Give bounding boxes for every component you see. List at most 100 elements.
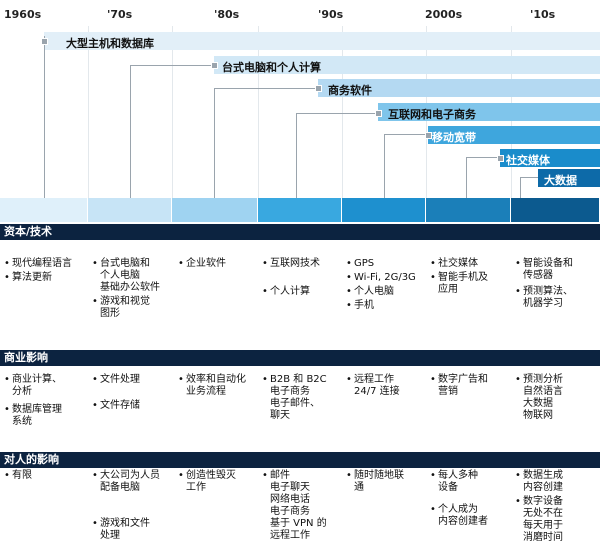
list-item: 数字广告和 营销 <box>430 374 510 398</box>
list-item: 大公司为人员 配备电脑 <box>92 470 176 494</box>
cell-biz-1960s: 商业计算、 分析 数据库管理 系统 <box>4 374 88 440</box>
cell-people-1960s: 有限 <box>4 470 88 494</box>
cell-people-90s: 邮件 电子聊天 网络电话 电子商务 基于 VPN 的 远程工作 <box>262 470 342 554</box>
era-label-mainframe: 大型主机和数据库 <box>66 37 154 50</box>
section-header-business: 商业影响 <box>0 350 600 366</box>
era-connector <box>384 134 428 135</box>
cell-people-80s: 创造性毁灭 工作 <box>178 470 258 506</box>
era-connector <box>520 177 521 198</box>
era-label-desktop: 台式电脑和个人计算 <box>222 61 321 74</box>
strip-segment <box>258 198 342 222</box>
list-item: Wi-Fi, 2G/3G <box>346 272 426 284</box>
list-item: 社交媒体 <box>430 258 510 270</box>
section-header-tech: 资本/技术 <box>0 224 600 240</box>
list-item: 商业计算、 分析 <box>4 374 88 398</box>
era-connector <box>296 113 378 114</box>
list-item: 远程工作 24/7 连接 <box>346 374 426 398</box>
decade-label: '70s <box>107 8 133 21</box>
era-connector <box>130 65 131 198</box>
strip-segment <box>88 198 172 222</box>
cell-biz-90s: B2B 和 B2C 电子商务 电子邮件、 聊天 <box>262 374 342 434</box>
era-marker <box>41 38 48 45</box>
cell-tech-90s: 互联网技术 个人计算 <box>262 258 342 310</box>
era-marker <box>375 110 382 117</box>
decade-label: '10s <box>530 8 556 21</box>
era-connector <box>520 177 538 178</box>
cell-biz-2000s: 远程工作 24/7 连接 <box>346 374 426 410</box>
decade-gridline <box>258 26 259 198</box>
list-item: 现代编程语言 <box>4 258 88 270</box>
decade-label: '90s <box>318 8 344 21</box>
cell-tech-70s: 台式电脑和 个人电脑 基础办公软件 游戏和视觉 图形 <box>92 258 174 332</box>
strip-segment <box>511 198 600 222</box>
strip-segment <box>342 198 426 222</box>
cell-people-70s: 大公司为人员 配备电脑 游戏和文件 处理 <box>92 470 176 554</box>
era-connector <box>130 65 214 66</box>
era-marker <box>497 155 504 162</box>
list-item: 随时随地联 通 <box>346 470 426 494</box>
era-label-business-software: 商务软件 <box>328 84 372 97</box>
list-item: B2B 和 B2C 电子商务 电子邮件、 聊天 <box>262 374 342 422</box>
strip-segment <box>0 198 88 222</box>
era-connector <box>214 88 215 198</box>
list-item: 邮件 电子聊天 网络电话 电子商务 基于 VPN 的 远程工作 <box>262 470 342 542</box>
list-item: 有限 <box>4 470 88 482</box>
strip-segment <box>426 198 511 222</box>
era-marker <box>425 132 432 139</box>
cell-tech-10s: 智能设备和 传感器 预测算法、 机器学习 <box>515 258 597 322</box>
list-item: 游戏和视觉 图形 <box>92 296 174 320</box>
cell-tech-1960s: 现代编程语言 算法更新 <box>4 258 88 296</box>
era-label-big-data: 大数据 <box>544 174 577 187</box>
era-marker <box>211 62 218 69</box>
list-item: 台式电脑和 个人电脑 基础办公软件 <box>92 258 174 294</box>
era-label-internet: 互联网和电子商务 <box>388 108 476 121</box>
list-item: 数据库管理 系统 <box>4 404 88 428</box>
era-connector <box>296 113 297 198</box>
cell-people-2000s: 随时随地联 通 <box>346 470 426 506</box>
decade-label: 1960s <box>4 8 42 21</box>
list-item: 数字设备 无处不在 每天用于 消磨时间 <box>515 496 597 544</box>
cell-biz-80s: 效率和自动化 业务流程 <box>178 374 258 410</box>
list-item: 互联网技术 <box>262 258 342 270</box>
cell-biz-2000s-b: 数字广告和 营销 <box>430 374 510 410</box>
decade-gridline <box>342 26 343 198</box>
list-item: GPS <box>346 258 426 270</box>
era-timeline: 大型主机和数据库 台式电脑和个人计算 商务软件 互联网和电子商务 移动宽带 社交… <box>0 26 600 222</box>
list-item: 效率和自动化 业务流程 <box>178 374 258 398</box>
list-item: 个人成为 内容创建者 <box>430 504 510 528</box>
list-item: 手机 <box>346 300 426 312</box>
list-item: 企业软件 <box>178 258 258 270</box>
list-item: 预测算法、 机器学习 <box>515 286 597 310</box>
list-item: 每人多种 设备 <box>430 470 510 494</box>
era-label-mobile-broadband: 移动宽带 <box>432 131 476 144</box>
cell-tech-2000s: GPS Wi-Fi, 2G/3G 个人电脑 手机 <box>346 258 426 314</box>
decade-gridline <box>172 26 173 198</box>
list-item: 智能设备和 传感器 <box>515 258 597 282</box>
list-item: 文件存储 <box>92 400 174 412</box>
list-item: 创造性毁灭 工作 <box>178 470 258 494</box>
decade-gridline <box>88 26 89 198</box>
decade-color-strip <box>0 198 600 222</box>
era-connector <box>384 134 385 198</box>
list-item: 文件处理 <box>92 374 174 386</box>
list-item: 个人电脑 <box>346 286 426 298</box>
section-header-people: 对人的影响 <box>0 452 600 468</box>
strip-segment <box>172 198 258 222</box>
list-item: 个人计算 <box>262 286 342 298</box>
cell-biz-70s: 文件处理 文件存储 <box>92 374 174 424</box>
decade-label: '80s <box>214 8 240 21</box>
cell-people-2000s-b: 每人多种 设备 个人成为 内容创建者 <box>430 470 510 540</box>
list-item: 数据生成 内容创建 <box>515 470 597 494</box>
era-connector <box>466 157 467 198</box>
era-marker <box>315 85 322 92</box>
list-item: 预测分析 自然语言 大数据 物联网 <box>515 374 597 422</box>
decade-label: 2000s <box>425 8 463 21</box>
cell-biz-10s: 预测分析 自然语言 大数据 物联网 <box>515 374 597 434</box>
cell-tech-2000s-b: 社交媒体 智能手机及 应用 <box>430 258 510 308</box>
era-label-social-media: 社交媒体 <box>506 154 550 167</box>
cell-tech-80s: 企业软件 <box>178 258 258 282</box>
list-item: 算法更新 <box>4 272 88 284</box>
era-connector <box>44 36 45 198</box>
decade-axis: 1960s '70s '80s '90s 2000s '10s <box>0 0 600 26</box>
era-connector <box>214 88 318 89</box>
